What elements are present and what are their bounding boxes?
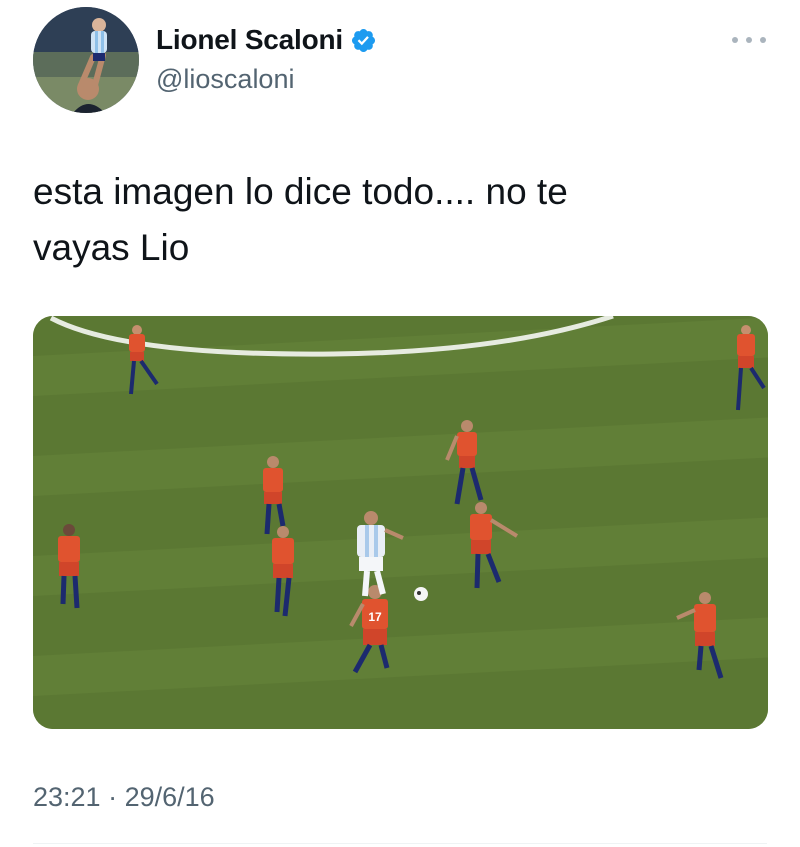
more-horizontal-icon: [732, 37, 738, 43]
author-display-name[interactable]: Lionel Scaloni: [156, 24, 343, 56]
tweet-media-photo[interactable]: 17: [33, 316, 768, 729]
jersey-number: 17: [368, 610, 382, 624]
timestamp-separator: ·: [108, 782, 118, 812]
tweet-text-line: vayas Lio: [33, 227, 190, 268]
avatar-photo: [33, 7, 139, 113]
more-options-button[interactable]: [732, 30, 766, 50]
author-handle[interactable]: @lioscaloni: [156, 64, 294, 95]
divider: [33, 843, 767, 844]
verified-badge-icon: [351, 28, 376, 52]
tweet-text-line: esta imagen lo dice todo.... no te: [33, 171, 568, 212]
tweet-timestamp[interactable]: 23:21 · 29/6/16: [33, 782, 215, 813]
football-pitch-photo: 17: [33, 316, 768, 729]
author-avatar[interactable]: [33, 7, 139, 113]
tweet-text: esta imagen lo dice todo.... no te vayas…: [33, 164, 733, 276]
author-name-row: Lionel Scaloni: [156, 24, 377, 56]
tweet-time: 23:21: [33, 782, 101, 812]
ball: [414, 587, 428, 601]
tweet-date: 29/6/16: [124, 782, 215, 812]
